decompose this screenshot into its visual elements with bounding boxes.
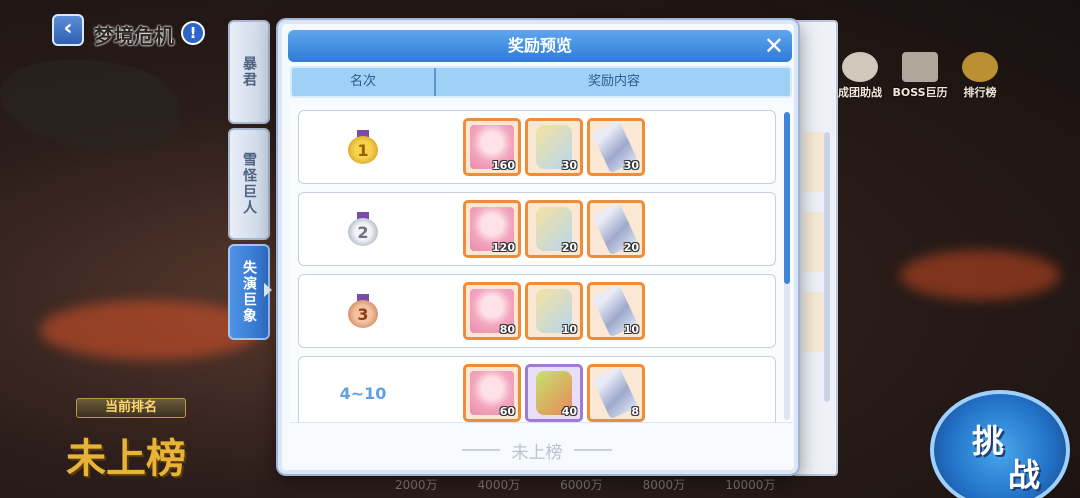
silver-medal-icon: 2 — [348, 212, 378, 246]
back-arrow-icon: ‹ — [63, 16, 73, 41]
reward-preview-dialog: 奖励预览 ✕ 名次 奖励内容 1 160 30 30 2 120 20 20 3… — [278, 20, 798, 474]
medal-number: 3 — [348, 300, 378, 328]
rank-cell: 2 — [299, 193, 427, 265]
panel-scrollbar[interactable] — [824, 132, 830, 402]
ticket-item[interactable]: 20 — [587, 200, 645, 258]
table-row: 1 160 30 30 — [298, 110, 776, 184]
item-quantity: 30 — [561, 159, 577, 172]
team-icon — [842, 52, 878, 82]
ticket-item[interactable]: 8 — [587, 364, 645, 422]
tab-label: 雪怪巨人 — [241, 152, 257, 216]
challenge-label-1: 挑 — [972, 422, 1005, 460]
rank-cell: 1 — [299, 111, 427, 183]
table-row: 3 80 10 10 — [298, 274, 776, 348]
rock-decoration — [0, 60, 180, 150]
damage-progress-labels: 2000万 4000万 6000万 8000万 10000万 — [395, 476, 775, 493]
character-shard-item[interactable]: 80 — [463, 282, 521, 340]
dialog-header: 奖励预览 ✕ — [288, 30, 792, 62]
table-row: 2 120 20 20 — [298, 192, 776, 266]
lava-decoration — [40, 300, 260, 360]
medal-number: 1 — [348, 136, 378, 164]
right-feature-icons: 成团助战 BOSS巨历 排行榜 — [832, 52, 1008, 100]
supply-bag-item[interactable]: 40 — [525, 364, 583, 422]
leaderboard-label: 排行榜 — [963, 86, 997, 99]
rank-cell: 3 — [299, 275, 427, 347]
back-button[interactable]: ‹ — [52, 14, 84, 46]
assist-button[interactable]: 成团助战 — [832, 52, 888, 100]
item-quantity: 160 — [492, 159, 515, 172]
item-quantity: 30 — [623, 159, 639, 172]
item-quantity: 80 — [499, 323, 515, 336]
item-quantity: 10 — [623, 323, 639, 336]
character-shard-item[interactable]: 160 — [463, 118, 521, 176]
tab-label: 失演巨象 — [241, 260, 257, 324]
reward-list[interactable]: 1 160 30 30 2 120 20 20 3 80 10 10 4~10 … — [290, 104, 792, 422]
gold-medal-icon: 1 — [348, 130, 378, 164]
panel-row — [804, 132, 826, 192]
ticket-item[interactable]: 30 — [587, 118, 645, 176]
column-header-rewards: 奖励内容 — [587, 74, 640, 89]
active-tab-arrow-icon — [264, 283, 272, 297]
ranking-panel — [792, 20, 838, 476]
card-icon — [902, 52, 938, 82]
reward-items: 120 20 20 — [463, 200, 645, 258]
progress-label: 10000万 — [725, 478, 776, 492]
rank-cell: 4~10 — [299, 357, 427, 422]
challenge-label-2: 战 — [1008, 456, 1041, 494]
reward-items: 60 40 8 — [463, 364, 645, 422]
progress-label: 4000万 — [477, 478, 521, 492]
lava-decoration — [900, 250, 1060, 300]
bronze-medal-icon: 3 — [348, 294, 378, 328]
table-header: 名次 奖励内容 — [290, 66, 792, 98]
progress-label: 6000万 — [560, 478, 603, 492]
progress-label: 8000万 — [642, 478, 686, 492]
item-quantity: 40 — [561, 405, 577, 418]
item-quantity: 20 — [561, 241, 577, 254]
current-rank-label: 当前排名 — [76, 398, 186, 418]
tab-boss-1[interactable]: 暴君 — [228, 20, 270, 124]
reward-items: 160 30 30 — [463, 118, 645, 176]
ticket-item[interactable]: 10 — [587, 282, 645, 340]
divider — [290, 422, 792, 423]
close-icon[interactable]: ✕ — [764, 31, 784, 61]
assist-label: 成团助战 — [838, 86, 882, 99]
dialog-title: 奖励预览 — [507, 36, 572, 55]
item-quantity: 8 — [631, 405, 639, 418]
item-quantity: 120 — [492, 241, 515, 254]
character-shard-item[interactable]: 60 — [463, 364, 521, 422]
boss-history-label: BOSS巨历 — [892, 86, 948, 99]
item-quantity: 20 — [623, 241, 639, 254]
info-icon[interactable]: ! — [181, 21, 205, 45]
item-quantity: 60 — [499, 405, 515, 418]
item-quantity: 10 — [561, 323, 577, 336]
my-rank-footer: 未上榜 — [462, 438, 612, 463]
reward-list-scrollbar[interactable] — [784, 112, 790, 420]
supply-bag-item[interactable]: 30 — [525, 118, 583, 176]
tab-label: 暴君 — [241, 56, 257, 88]
panel-row — [804, 292, 826, 352]
character-shard-item[interactable]: 120 — [463, 200, 521, 258]
column-header-rank: 名次 — [292, 68, 436, 96]
reward-items: 80 10 10 — [463, 282, 645, 340]
table-row: 4~10 60 40 8 — [298, 356, 776, 422]
rank-range-text: 4~10 — [339, 383, 387, 403]
boss-history-button[interactable]: BOSS巨历 — [892, 52, 948, 100]
tab-boss-2[interactable]: 雪怪巨人 — [228, 128, 270, 240]
progress-label: 2000万 — [395, 478, 438, 492]
event-title: 梦境危机 — [94, 24, 174, 48]
scroll-thumb[interactable] — [784, 112, 790, 284]
panel-row — [804, 212, 826, 272]
challenge-button[interactable]: 挑 战 — [930, 390, 1070, 498]
medal-number: 2 — [348, 218, 378, 246]
trophy-icon — [962, 52, 998, 82]
supply-bag-item[interactable]: 20 — [525, 200, 583, 258]
current-rank-value: 未上榜 — [66, 436, 186, 482]
supply-bag-item[interactable]: 10 — [525, 282, 583, 340]
leaderboard-button[interactable]: 排行榜 — [952, 52, 1008, 100]
